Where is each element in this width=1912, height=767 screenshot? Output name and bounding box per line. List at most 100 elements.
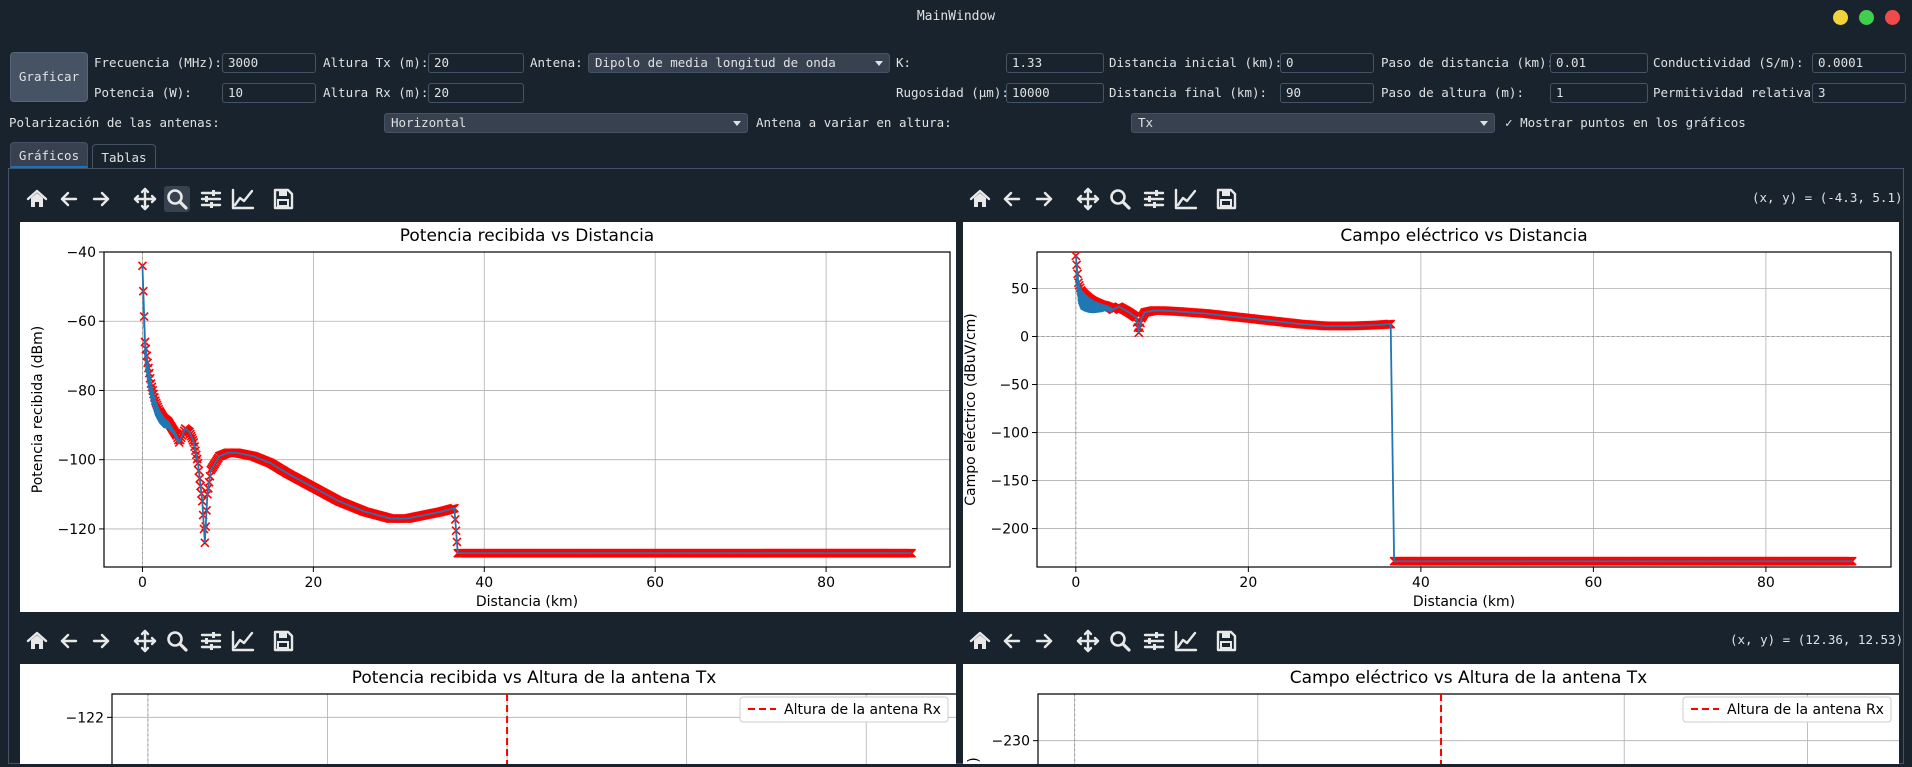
y-tick-label: 50 [1011,281,1029,297]
variar-select[interactable]: Tx [1131,113,1495,133]
back-arrow-tool-button[interactable] [999,628,1025,654]
mostrar-puntos-checkbox[interactable]: ✓ Mostrar puntos en los gráficos [1505,115,1746,130]
polarizacion-value: Horizontal [391,115,467,130]
series-markers [1071,251,1857,566]
zoom-tool-button[interactable] [164,186,190,212]
plot-potencia-distancia[interactable]: Potencia recibida vs Distancia −120 −100 −8… [20,222,956,612]
zoom-icon [167,189,188,210]
save-icon-shape [1222,191,1230,196]
y-tick-label: −80 [66,383,96,399]
chart-campo-altura: Campo eléctrico vs Altura de la antena T… [966,668,1899,764]
save-tool-button[interactable] [270,628,296,654]
save-tool-button[interactable] [1213,628,1239,654]
plot-campo-altura[interactable]: Campo eléctrico vs Altura de la antena T… [963,664,1899,764]
pan-icon [133,187,157,211]
distancia-final-field[interactable]: 90 [1280,83,1374,103]
close-button[interactable] [1885,10,1900,25]
legend-label: Altura de la antena Rx [784,702,941,718]
edit-axis-icon [231,630,255,652]
configure-subplots-tool-button[interactable] [1141,628,1167,654]
y-tick-label: −100 [58,453,96,469]
x-tick-label: 20 [1239,575,1257,591]
zoom-icon [1110,189,1131,210]
home-tool-button[interactable] [967,186,993,212]
variar-value: Tx [1138,115,1154,130]
polarizacion-select[interactable]: Horizontal [384,113,748,133]
tab-tablas[interactable]: Tablas [92,144,156,168]
window-title: MainWindow [916,9,996,24]
home-tool-button[interactable] [24,628,50,654]
edit-axis-tool-button[interactable] [230,628,256,654]
toolbar-bottom-right [967,622,1257,658]
pan-tool-button[interactable] [132,628,158,654]
zoom-tool-button[interactable] [164,628,190,654]
paso-distancia-field[interactable]: 0.01 [1550,53,1648,73]
forward-arrow-tool-button[interactable] [88,186,114,212]
k-field[interactable]: 1.33 [1006,53,1104,73]
antena-value: Dipolo de media longitud de onda [595,55,836,70]
paso-altura-field[interactable]: 1 [1550,83,1648,103]
altura-tx-label: Altura Tx (m): [323,55,429,70]
distancia-inicial-field[interactable]: 0 [1280,53,1374,73]
chart-title: Potencia recibida vs Distancia [400,226,654,246]
y-tick-label: −200 [991,522,1029,538]
forward-arrow-tool-button[interactable] [1031,628,1057,654]
plot-campo-distancia[interactable]: Campo eléctrico vs Distancia −200 −150 −100… [963,222,1899,612]
edit-axis-tool-button[interactable] [230,186,256,212]
back-arrow-tool-button[interactable] [999,186,1025,212]
permitividad-label: Permitividad relativa: [1653,85,1819,100]
home-tool-button[interactable] [24,186,50,212]
edit-axis-tool-button[interactable] [1173,628,1199,654]
coords-readout-top: (x, y) = (-4.3, 5.1) [1752,190,1903,205]
configure-subplots-icon [200,632,222,650]
pan-tool-button[interactable] [1075,186,1101,212]
potencia-field[interactable]: 10 [222,83,316,103]
minimize-button[interactable] [1833,10,1848,25]
maximize-button[interactable] [1859,10,1874,25]
legend: Altura de la antena Rx [739,696,949,723]
configure-subplots-tool-button[interactable] [1141,186,1167,212]
conductividad-field[interactable]: 0.0001 [1812,53,1906,73]
edit-axis-tool-button[interactable] [1173,186,1199,212]
x-tick-label: 40 [1412,575,1430,591]
zoom-tool-button[interactable] [1107,186,1133,212]
pan-tool-button[interactable] [132,186,158,212]
home-tool-button[interactable] [967,628,993,654]
chart-potencia-altura: Potencia recibida vs Altura de la antena… [66,668,956,764]
zoom-tool-button[interactable] [1107,628,1133,654]
rugosidad-field[interactable]: 10000 [1006,83,1104,103]
save-tool-button[interactable] [1213,186,1239,212]
title-bar: MainWindow [0,0,1912,34]
y-axis-label-partial: ) [966,757,982,762]
configure-subplots-tool-button[interactable] [198,628,224,654]
permitividad-field[interactable]: 3 [1812,83,1906,103]
y-tick-label: −120 [58,522,96,538]
graficar-button[interactable]: Graficar [10,52,88,102]
zoom-icon [167,631,188,652]
toolbar-top-right [967,180,1257,216]
save-icon-shape [1220,641,1232,649]
y-axis-label: Campo eléctrico (dBuV/cm) [963,313,979,505]
pan-tool-button[interactable] [1075,628,1101,654]
frecuencia-field[interactable]: 3000 [222,53,316,73]
configure-subplots-tool-button[interactable] [198,186,224,212]
altura-rx-field[interactable]: 20 [428,83,524,103]
chart-campo-distancia: Campo eléctrico vs Distancia −200 −150 −100… [963,226,1892,610]
home-icon [969,631,991,649]
paso-distancia-label: Paso de distancia (km): [1381,55,1555,70]
back-arrow-tool-button[interactable] [56,186,82,212]
check-icon: ✓ [1505,115,1513,130]
configure-subplots-icon-shape [210,202,213,208]
tab-graficos[interactable]: Gráficos [10,142,88,168]
save-tool-button[interactable] [270,186,296,212]
coords-readout-bottom: (x, y) = (12.36, 12.53) [1730,632,1904,647]
forward-arrow-tool-button[interactable] [88,628,114,654]
antena-select[interactable]: Dipolo de media longitud de onda [588,53,890,73]
chevron-down-icon [733,121,741,126]
back-arrow-tool-button[interactable] [56,628,82,654]
altura-tx-field[interactable]: 20 [428,53,524,73]
distancia-inicial-label: Distancia inicial (km): [1109,55,1283,70]
forward-arrow-tool-button[interactable] [1031,186,1057,212]
plot-potencia-altura[interactable]: Potencia recibida vs Altura de la antena… [20,664,956,764]
y-tick-label: 0 [1020,330,1029,346]
